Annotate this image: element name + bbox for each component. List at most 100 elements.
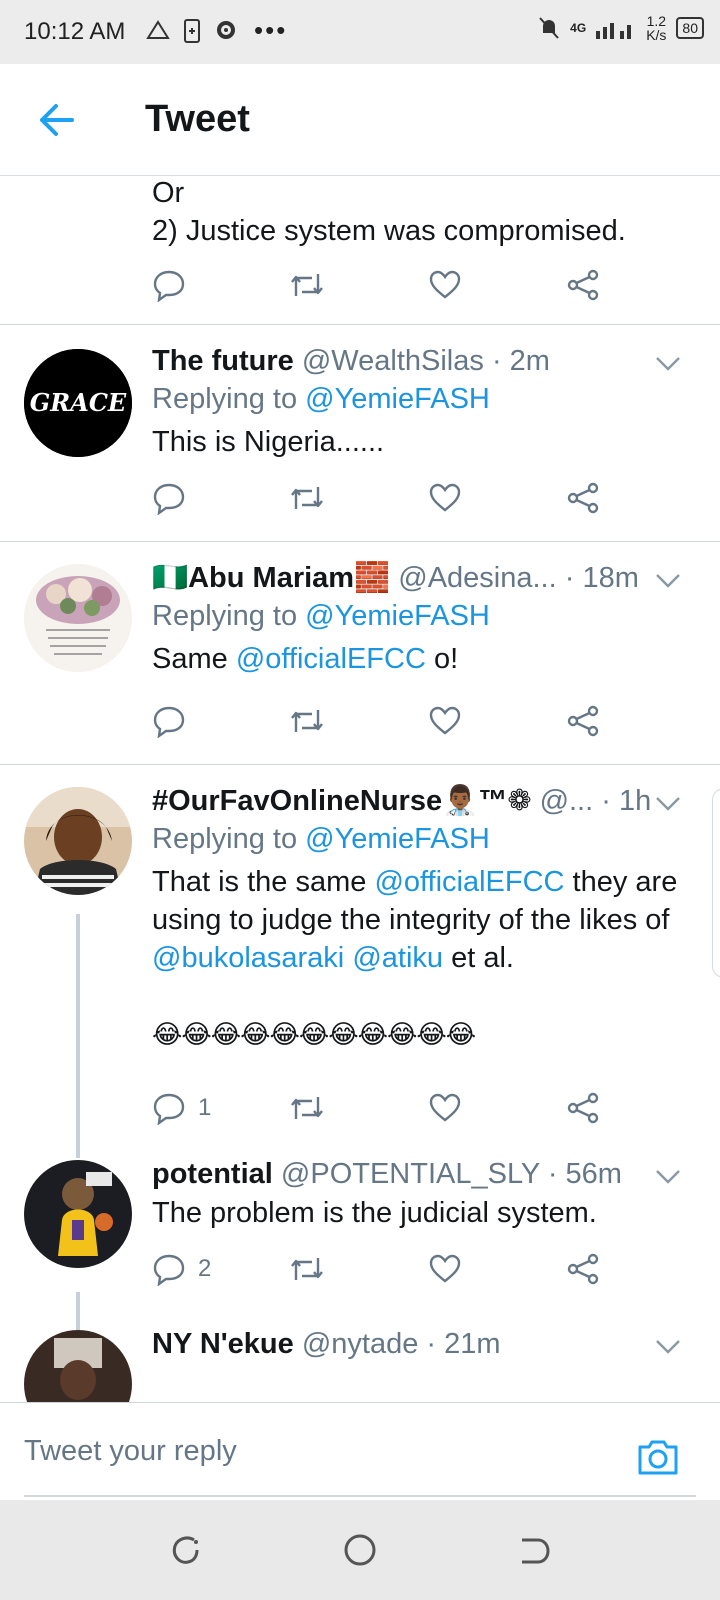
retweet-button[interactable] xyxy=(288,1091,326,1125)
tweet-time: · 21m xyxy=(426,1328,501,1360)
user-handle[interactable]: @POTENTIAL_SLY xyxy=(281,1158,540,1190)
display-name[interactable]: potential xyxy=(152,1158,273,1190)
reply-button[interactable] xyxy=(152,268,186,302)
status-left-icons: ••• xyxy=(146,16,287,44)
tweet-actions: 1 xyxy=(152,1091,612,1131)
like-button[interactable] xyxy=(428,1252,462,1284)
reply-count: 1 xyxy=(198,1094,212,1121)
user-handle[interactable]: @Adesina... xyxy=(398,562,556,594)
display-name[interactable]: The future xyxy=(152,345,294,377)
like-button[interactable] xyxy=(428,1091,462,1123)
tweet-item[interactable]: NY N'ekue @nytade · 21m xyxy=(0,1320,720,1402)
reply-button[interactable]: 2 xyxy=(152,1252,211,1286)
like-button[interactable] xyxy=(428,704,462,736)
retweet-icon xyxy=(291,274,323,296)
display-name[interactable]: 🇳🇬Abu Mariam🧱 xyxy=(152,562,390,594)
network-speed: 1.2 K/s xyxy=(646,13,667,43)
mention-link[interactable]: @officialEFCC xyxy=(374,866,564,898)
share-button[interactable] xyxy=(566,481,600,515)
mention-link[interactable]: @atiku xyxy=(352,942,443,974)
tweet-item[interactable]: GRACE The future @WealthSilas · 2m Reply… xyxy=(0,325,720,541)
reply-input-underline xyxy=(24,1495,696,1497)
tweet-item[interactable]: 🇳🇬Abu Mariam🧱 @Adesina... · 18m Replying… xyxy=(0,542,720,764)
retweet-button[interactable] xyxy=(288,268,326,302)
tweet-partial[interactable]: Or 2) Justice system was compromised. xyxy=(0,176,720,324)
share-icon xyxy=(567,482,599,514)
tweet-feed[interactable]: Or 2) Justice system was compromised. GR… xyxy=(0,176,720,1402)
user-handle[interactable]: @... xyxy=(540,785,594,817)
retweet-icon xyxy=(291,487,323,509)
like-button[interactable] xyxy=(428,481,462,513)
scroll-handle[interactable] xyxy=(712,788,720,978)
avatar[interactable] xyxy=(24,1160,132,1268)
tweet-item[interactable]: #OurFavOnlineNurse👨🏾‍⚕️™❁ @... · 1h Repl… xyxy=(0,765,720,1150)
replying-to: Replying to @YemieFASH xyxy=(152,823,490,855)
avatar-image xyxy=(24,564,132,672)
battery-charge-icon xyxy=(184,19,200,43)
chevron-down-icon[interactable] xyxy=(654,1338,682,1356)
mute-bell-icon xyxy=(539,17,559,39)
reply-icon xyxy=(153,1254,185,1286)
avatar[interactable] xyxy=(24,1330,132,1402)
mention-link[interactable]: @officialEFCC xyxy=(236,643,426,675)
display-name[interactable]: #OurFavOnlineNurse👨🏾‍⚕️™❁ xyxy=(152,785,532,817)
share-button[interactable] xyxy=(566,704,600,738)
reply-button[interactable] xyxy=(152,704,186,738)
retweet-button[interactable] xyxy=(288,1252,326,1286)
like-icon xyxy=(429,270,461,299)
display-name[interactable]: NY N'ekue xyxy=(152,1328,294,1360)
more-notifications-icon: ••• xyxy=(254,15,288,45)
chevron-down-icon[interactable] xyxy=(654,572,682,590)
mention-link[interactable]: @bukolasaraki xyxy=(152,942,344,974)
top-app-bar: Tweet xyxy=(0,64,720,176)
tweet-time: · 18m xyxy=(564,562,639,594)
status-time: 10:12 AM xyxy=(24,18,126,45)
user-handle[interactable]: @WealthSilas xyxy=(302,345,484,377)
retweet-button[interactable] xyxy=(288,704,326,738)
reply-button[interactable] xyxy=(152,481,186,515)
back-arrow-icon[interactable] xyxy=(34,98,78,142)
replying-to-link[interactable]: @YemieFASH xyxy=(305,383,490,415)
reply-count: 2 xyxy=(198,1255,212,1282)
camera-icon[interactable] xyxy=(636,1437,680,1477)
home-icon[interactable] xyxy=(342,1532,378,1568)
recent-apps-icon[interactable] xyxy=(168,1532,204,1568)
avatar-image xyxy=(24,1330,132,1402)
chevron-down-icon[interactable] xyxy=(654,1168,682,1186)
tweet-text: That is the same @officialEFCC they are … xyxy=(152,863,692,1053)
share-icon xyxy=(567,269,599,301)
avatar-image xyxy=(24,787,132,895)
tweet-time: · 2m xyxy=(491,345,550,377)
retweet-button[interactable] xyxy=(288,481,326,515)
chevron-down-icon[interactable] xyxy=(654,355,682,373)
retweet-icon xyxy=(291,1258,323,1280)
tweet-header: potential @POTENTIAL_SLY · 56m xyxy=(152,1156,692,1192)
tweet-header: NY N'ekue @nytade · 21m xyxy=(152,1326,692,1362)
reply-icon xyxy=(153,706,185,738)
warning-icon xyxy=(146,20,170,39)
chevron-down-icon[interactable] xyxy=(654,795,682,813)
retweet-icon xyxy=(291,710,323,732)
reply-icon xyxy=(153,483,185,515)
tweet-item[interactable]: potential @POTENTIAL_SLY · 56m The probl… xyxy=(0,1150,720,1320)
like-button[interactable] xyxy=(428,268,462,300)
share-button[interactable] xyxy=(566,268,600,302)
status-bar: 10:12 AM ••• 4G 1.2 K/s 80 xyxy=(0,0,720,64)
tweet-header: #OurFavOnlineNurse👨🏾‍⚕️™❁ @... · 1h xyxy=(152,783,692,819)
avatar[interactable] xyxy=(24,787,132,895)
reply-icon xyxy=(153,1093,185,1125)
tweet-time: · 56m xyxy=(547,1158,622,1190)
like-icon xyxy=(429,483,461,512)
back-icon[interactable] xyxy=(516,1532,552,1568)
avatar[interactable]: GRACE xyxy=(24,349,132,457)
tweet-actions: 2 xyxy=(152,1252,612,1292)
avatar[interactable] xyxy=(24,564,132,672)
share-button[interactable] xyxy=(566,1252,600,1286)
tweet-time: · 1h xyxy=(601,785,652,817)
replying-to-link[interactable]: @YemieFASH xyxy=(305,823,490,855)
replying-to-link[interactable]: @YemieFASH xyxy=(305,600,490,632)
reply-button[interactable]: 1 xyxy=(152,1091,211,1125)
share-button[interactable] xyxy=(566,1091,600,1125)
reply-input[interactable]: Tweet your reply xyxy=(24,1435,237,1468)
user-handle[interactable]: @nytade xyxy=(302,1328,419,1360)
